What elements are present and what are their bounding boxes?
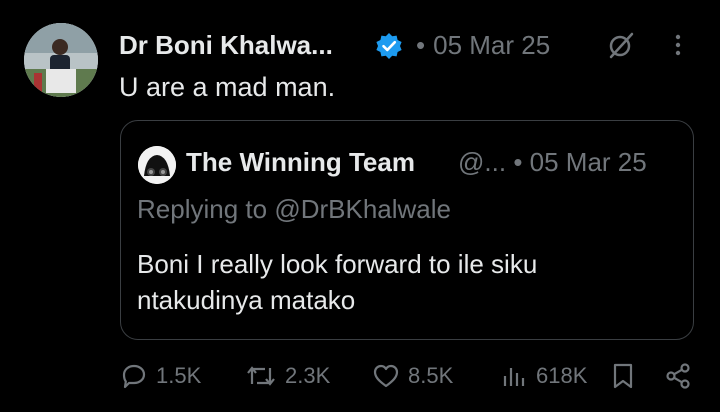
- grok-icon[interactable]: [606, 30, 636, 60]
- quoted-text-line: ntakudinya matako: [137, 285, 356, 315]
- like-button[interactable]: 8.5K: [372, 362, 453, 390]
- views-count: 618K: [536, 363, 588, 388]
- author-name[interactable]: Dr Boni Khalwa...: [119, 30, 333, 61]
- reply-icon: [122, 364, 146, 389]
- bookmark-button[interactable]: [610, 362, 636, 390]
- quoted-handle[interactable]: @...: [458, 147, 506, 177]
- replying-to: Replying to @DrBKhalwale: [137, 194, 451, 225]
- quoted-date[interactable]: 05 Mar 25: [530, 147, 647, 177]
- like-icon: [373, 364, 399, 388]
- tweet-date[interactable]: 05 Mar 25: [433, 30, 550, 60]
- like-count: 8.5K: [408, 363, 454, 388]
- tweet-meta: • 05 Mar 25: [416, 30, 550, 61]
- reply-button[interactable]: 1.5K: [120, 362, 201, 390]
- quoted-text-line: Boni I really look forward to ile siku: [137, 249, 538, 279]
- meta-separator: •: [416, 30, 426, 60]
- verified-badge-icon: [374, 31, 404, 61]
- views-button[interactable]: 618K: [500, 362, 587, 390]
- reply-count: 1.5K: [156, 363, 202, 388]
- author-avatar[interactable]: [24, 23, 98, 97]
- views-icon: [503, 368, 525, 386]
- replying-mention[interactable]: @DrBKhalwale: [274, 194, 451, 224]
- share-button[interactable]: [664, 362, 692, 390]
- repost-icon: [247, 366, 275, 386]
- tweet-text: U are a mad man.: [119, 72, 336, 102]
- share-icon: [666, 363, 690, 389]
- repost-button[interactable]: 2.3K: [245, 362, 330, 390]
- quoted-text: Boni I really look forward to ile siku n…: [137, 246, 677, 318]
- more-icon[interactable]: [668, 30, 688, 60]
- quoted-meta: @... • 05 Mar 25: [458, 147, 647, 178]
- quoted-separator: •: [513, 147, 523, 177]
- bookmark-icon: [613, 363, 633, 389]
- quoted-author-avatar[interactable]: [138, 146, 176, 184]
- replying-prefix: Replying to: [137, 194, 268, 224]
- quoted-author-name[interactable]: The Winning Team: [186, 147, 415, 178]
- repost-count: 2.3K: [285, 363, 331, 388]
